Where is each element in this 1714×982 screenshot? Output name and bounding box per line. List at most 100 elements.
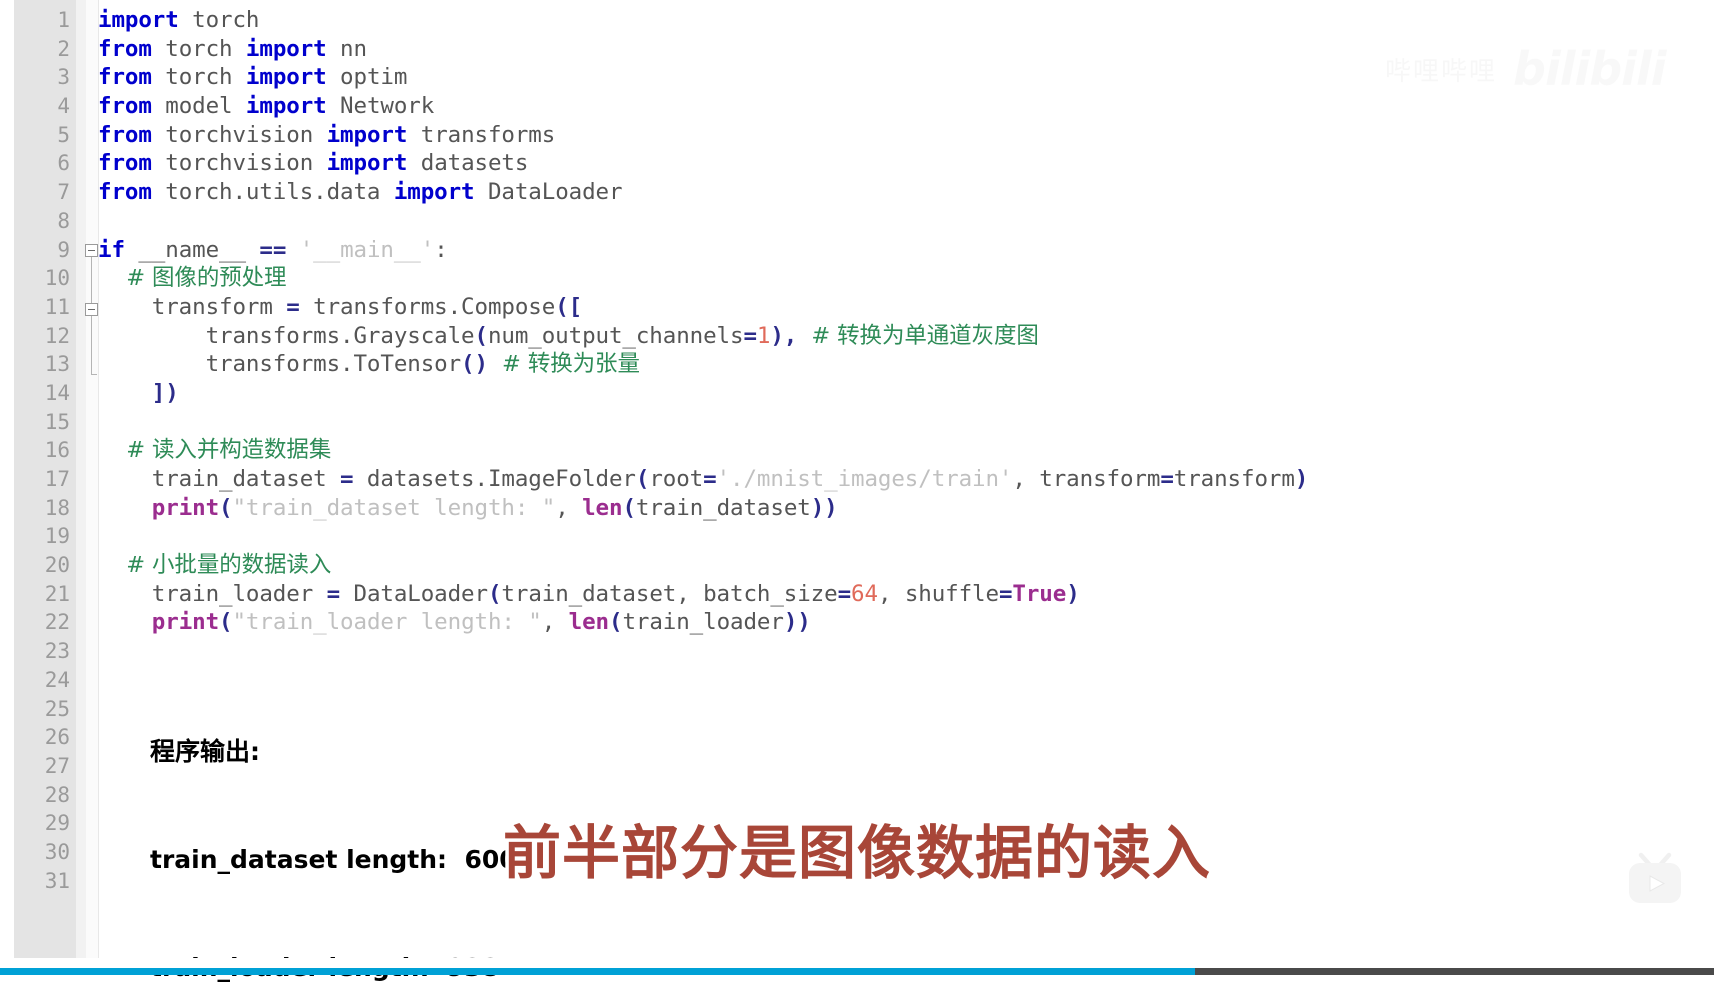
- code-line[interactable]: from torch.utils.data import DataLoader: [98, 178, 1714, 207]
- code-token: "train_dataset length: ": [232, 494, 556, 521]
- fold-marker-line-11[interactable]: [85, 303, 98, 316]
- code-line[interactable]: import torch: [98, 6, 1714, 35]
- code-token: len: [582, 494, 623, 521]
- code-line[interactable]: print("train_dataset length: ", len(trai…: [98, 494, 1714, 523]
- line-number: 9: [57, 237, 70, 262]
- line-number: 26: [44, 725, 70, 750]
- line-number: 19: [44, 524, 70, 549]
- code-token: 1: [756, 322, 771, 349]
- code-line[interactable]: transforms.ToTensor() # 转换为张量: [98, 350, 1714, 379]
- code-token: import: [245, 93, 327, 120]
- code-token: (: [487, 580, 502, 607]
- code-token: (: [622, 494, 636, 521]
- code-token: from: [98, 64, 152, 91]
- code-line[interactable]: # 图像的预处理: [98, 264, 1714, 293]
- line-number: 17: [44, 467, 70, 491]
- code-line[interactable]: [98, 207, 1714, 236]
- code-token: num_output_channels: [487, 322, 744, 349]
- line-number: 25: [44, 696, 70, 721]
- code-token: ,: [541, 609, 569, 636]
- code-token: # 小批量的数据读入: [98, 552, 332, 579]
- code-token: torch: [151, 35, 246, 62]
- video-subtitle: 前半部分是图像数据的读入: [499, 816, 1213, 891]
- code-token: import: [245, 64, 327, 91]
- code-token: =: [837, 580, 852, 607]
- line-number: 10: [44, 266, 70, 291]
- code-token: (: [219, 609, 233, 636]
- code-line[interactable]: train_dataset = datasets.ImageFolder(roo…: [98, 465, 1714, 494]
- code-token: print: [151, 494, 220, 521]
- code-line[interactable]: [98, 522, 1714, 551]
- code-token: root: [649, 466, 704, 492]
- bilibili-tv-play-icon[interactable]: [1624, 852, 1688, 908]
- code-token: =: [1160, 466, 1174, 492]
- code-token: =: [998, 580, 1013, 607]
- player-bottom-fill: [0, 958, 1714, 968]
- code-token: from: [98, 35, 152, 62]
- line-number: 5: [57, 122, 70, 147]
- fold-guide-line-11: [91, 316, 92, 374]
- line-number: 27: [44, 753, 70, 778]
- code-token: from: [98, 121, 152, 148]
- code-line[interactable]: [98, 408, 1714, 437]
- video-frame: 1 2 3 4 5 6 7 8 9 10 11 12 13 14 15 16 17 18 19 20 21 22 23 24 2…: [0, 0, 1714, 982]
- line-number: 3: [57, 65, 70, 90]
- code-token: (): [461, 351, 488, 378]
- code-token: import: [393, 179, 475, 206]
- line-number: 7: [57, 180, 70, 205]
- code-token: model: [151, 93, 246, 120]
- player-progress-track[interactable]: [0, 968, 1714, 975]
- line-number: 16: [44, 438, 70, 463]
- line-number: 28: [44, 782, 70, 807]
- code-token: )): [783, 609, 811, 636]
- code-token: 64: [851, 580, 878, 607]
- fold-guide-line-9: [91, 257, 92, 303]
- code-token: ]): [98, 379, 179, 406]
- code-line[interactable]: # 读入并构造数据集: [98, 436, 1714, 465]
- line-number: 2: [57, 36, 70, 61]
- code-token: if: [98, 236, 125, 263]
- code-token: train_dataset: [98, 466, 341, 492]
- code-line[interactable]: ]): [98, 379, 1714, 408]
- line-number: 13: [44, 352, 70, 377]
- code-line[interactable]: transforms.Grayscale(num_output_channels…: [98, 322, 1714, 351]
- code-token: transforms.Compose: [299, 293, 556, 320]
- code-line[interactable]: train_loader = DataLoader(train_dataset,…: [98, 580, 1714, 609]
- code-token: "train_loader length: ": [232, 609, 542, 636]
- fold-end-tick: [91, 374, 97, 375]
- line-number: 1: [57, 8, 70, 32]
- player-progress-played[interactable]: [0, 968, 1195, 975]
- code-token: __name__: [124, 236, 260, 263]
- code-token: True: [1012, 580, 1067, 607]
- fold-marker-line-9[interactable]: [85, 244, 98, 257]
- code-line[interactable]: print("train_loader length: ", len(train…: [98, 608, 1714, 637]
- code-token: from: [98, 93, 152, 120]
- output-heading: 程序输出:: [150, 737, 260, 766]
- code-token: # 图像的预处理: [98, 265, 287, 292]
- code-line[interactable]: from torchvision import transforms: [98, 121, 1714, 150]
- code-token: datasets: [407, 150, 529, 177]
- code-line[interactable]: from model import Network: [98, 92, 1714, 121]
- code-token: DataLoader: [340, 580, 488, 607]
- code-token: transforms: [407, 121, 556, 148]
- code-token: nn: [326, 35, 367, 62]
- code-token: transform: [1173, 466, 1295, 492]
- line-number: 18: [44, 495, 70, 520]
- code-token: ): [1294, 466, 1309, 492]
- code-line[interactable]: from torchvision import datasets: [98, 149, 1714, 178]
- code-token: torch: [178, 7, 260, 33]
- line-number: 12: [44, 323, 70, 348]
- code-line[interactable]: if __name__ == '__main__':: [98, 236, 1714, 265]
- code-token: import: [98, 7, 179, 33]
- code-line[interactable]: transform = transforms.Compose([: [98, 293, 1714, 322]
- code-token: (: [635, 466, 650, 492]
- code-token: import: [245, 35, 327, 62]
- code-token: datasets.ImageFolder: [353, 466, 636, 492]
- code-token: # 转换为单通道灰度图: [797, 322, 1039, 349]
- code-line[interactable]: # 小批量的数据读入: [98, 551, 1714, 580]
- code-token: torchvision: [151, 150, 327, 177]
- code-token: =: [326, 580, 341, 607]
- code-token: len: [568, 609, 609, 636]
